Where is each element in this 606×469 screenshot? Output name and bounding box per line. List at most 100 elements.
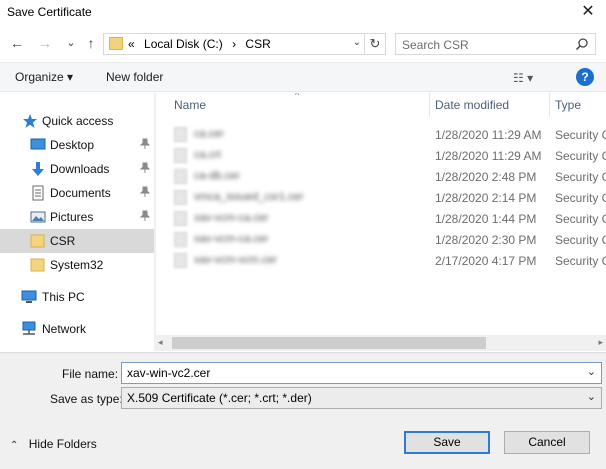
file-date: 1/28/2020 2:30 PM <box>435 233 537 247</box>
column-type[interactable]: Type <box>555 98 581 112</box>
sidebar-item-documents[interactable]: Documents <box>0 181 154 205</box>
certificate-file-icon <box>174 169 187 184</box>
file-row[interactable]: ca.crt 1/28/2020 11:29 AM Security C <box>156 145 606 166</box>
save-as-type-select[interactable]: X.509 Certificate (*.cer; *.crt; *.der) … <box>121 387 602 409</box>
certificate-file-icon <box>174 253 187 268</box>
file-type: Security C <box>555 170 606 184</box>
sidebar-item-system32[interactable]: System32 <box>0 253 154 277</box>
file-date: 1/28/2020 11:29 AM <box>435 149 542 163</box>
breadcrumb-csr[interactable]: CSR <box>245 37 270 51</box>
file-type: Security C <box>555 128 606 142</box>
sidebar-item-label: Network <box>42 322 87 336</box>
close-icon[interactable]: ✕ <box>578 2 598 22</box>
scrollbar-thumb[interactable] <box>172 337 486 349</box>
sidebar-item-downloads[interactable]: Downloads <box>0 157 154 181</box>
pin-icon[interactable] <box>139 138 151 152</box>
file-date: 1/28/2020 11:29 AM <box>435 128 542 142</box>
breadcrumb: « Local Disk (C:) › CSR <box>128 37 277 51</box>
network-icon <box>22 321 36 335</box>
change-view-icon[interactable]: ☷ ▾ <box>513 71 533 85</box>
breadcrumb-separator[interactable]: › <box>232 37 236 51</box>
folder-icon <box>109 37 123 50</box>
help-icon[interactable]: ? <box>576 68 594 86</box>
cancel-button[interactable]: Cancel <box>504 431 590 454</box>
save-as-type-value[interactable]: X.509 Certificate (*.cer; *.crt; *.der) <box>127 391 312 405</box>
recent-locations-chevron-icon[interactable]: ⌄ <box>62 34 80 52</box>
hide-folders-button[interactable]: ⌃ Hide Folders <box>10 437 97 451</box>
file-list: ^ Name Date modified Type ca.cer 1/28/20… <box>156 93 606 351</box>
download-icon <box>32 162 44 176</box>
file-row[interactable]: ca-db.cer 1/28/2020 2:48 PM Security C <box>156 166 606 187</box>
save-form: File name: xav-win-vc2.cer ⌄ Save as typ… <box>0 352 606 469</box>
save-as-type-label: Save as type: <box>50 392 123 406</box>
computer-icon <box>21 290 37 303</box>
file-row[interactable]: ca.cer 1/28/2020 11:29 AM Security C <box>156 124 606 145</box>
sidebar-item-label: CSR <box>50 234 76 248</box>
file-row[interactable]: xav-vcm-vcm.cer 2/17/2020 4:17 PM Securi… <box>156 250 606 271</box>
pin-icon[interactable] <box>139 162 151 176</box>
column-separator[interactable] <box>549 93 550 117</box>
file-name-field[interactable]: xav-win-vc2.cer ⌄ <box>121 362 602 384</box>
forward-arrow-icon[interactable]: → <box>36 34 54 52</box>
hide-folders-label: Hide Folders <box>28 437 97 451</box>
file-type: Security C <box>555 254 606 268</box>
search-box[interactable] <box>395 33 596 55</box>
column-date-modified[interactable]: Date modified <box>435 98 509 112</box>
pin-icon[interactable] <box>139 210 151 224</box>
address-dropdown-icon[interactable]: ⌄ <box>353 37 361 48</box>
sidebar-item-label: Desktop <box>50 138 95 152</box>
address-bar[interactable]: « Local Disk (C:) › CSR ⌄ ↻ <box>103 33 386 55</box>
file-name-label: File name: <box>62 367 119 381</box>
chevron-down-icon[interactable]: ⌄ <box>587 390 596 403</box>
scroll-left-icon[interactable]: ◂ <box>158 337 163 348</box>
scroll-right-icon[interactable]: ▸ <box>598 337 603 348</box>
file-row[interactable]: vmca_issued_csr1.cer 1/28/2020 2:14 PM S… <box>156 187 606 208</box>
sidebar-item-pictures[interactable]: Pictures <box>0 205 154 229</box>
sidebar-item-label: System32 <box>50 258 104 272</box>
file-date: 1/28/2020 2:14 PM <box>435 191 537 205</box>
sidebar-item-label: This PC <box>42 290 85 304</box>
save-button[interactable]: Save <box>404 431 490 454</box>
column-separator[interactable] <box>429 93 430 117</box>
column-name[interactable]: Name <box>174 98 206 112</box>
documents-icon <box>32 185 44 201</box>
file-type: Security C <box>555 212 606 226</box>
sidebar-item-label: Pictures <box>50 210 94 224</box>
file-name: xav-vcm-vcm.cer <box>194 254 278 266</box>
sidebar-item-quick-access[interactable]: Quick access <box>0 109 154 133</box>
file-type: Security C <box>555 233 606 247</box>
up-arrow-icon[interactable]: ↑ <box>82 34 100 52</box>
sidebar-item-csr[interactable]: CSR <box>0 229 154 253</box>
pictures-icon <box>30 211 46 223</box>
chevron-down-icon[interactable]: ⌄ <box>587 365 596 378</box>
sort-ascending-icon: ^ <box>295 93 300 100</box>
title-bar: Save Certificate ✕ <box>0 0 606 26</box>
search-input[interactable] <box>402 37 572 52</box>
file-name: ca.crt <box>194 149 221 161</box>
new-folder-button[interactable]: New folder <box>106 70 163 84</box>
refresh-icon[interactable]: ↻ <box>364 34 385 54</box>
navigation-bar: ← → ⌄ ↑ « Local Disk (C:) › CSR ⌄ ↻ <box>0 30 606 58</box>
file-date: 1/28/2020 2:48 PM <box>435 170 537 184</box>
breadcrumb-local-disk[interactable]: Local Disk (C:) <box>144 37 223 51</box>
sidebar-item-label: Downloads <box>50 162 110 176</box>
navigation-pane: Quick access Desktop Downloads Documents <box>0 93 154 351</box>
certificate-file-icon <box>174 211 187 226</box>
file-name: xav-vcm-ca.cer <box>194 233 269 245</box>
breadcrumb-overflow[interactable]: « <box>128 37 135 51</box>
sidebar-item-this-pc[interactable]: This PC <box>0 285 154 309</box>
sidebar-item-desktop[interactable]: Desktop <box>0 133 154 157</box>
certificate-file-icon <box>174 127 187 142</box>
back-arrow-icon[interactable]: ← <box>8 34 26 52</box>
horizontal-scrollbar[interactable]: ◂ ▸ <box>156 335 606 351</box>
pin-icon[interactable] <box>139 186 151 200</box>
file-name: xav-vcm-ca.cer <box>194 212 269 224</box>
file-row[interactable]: xav-vcm-ca.cer 1/28/2020 2:30 PM Securit… <box>156 229 606 250</box>
search-icon[interactable] <box>575 37 589 51</box>
folder-icon <box>30 258 45 272</box>
organize-button[interactable]: Organize ▾ <box>15 70 73 84</box>
file-type: Security C <box>555 149 606 163</box>
sidebar-item-network[interactable]: Network <box>0 317 154 341</box>
file-row[interactable]: xav-vcm-ca.cer 1/28/2020 1:44 PM Securit… <box>156 208 606 229</box>
file-name-value[interactable]: xav-win-vc2.cer <box>127 366 210 380</box>
